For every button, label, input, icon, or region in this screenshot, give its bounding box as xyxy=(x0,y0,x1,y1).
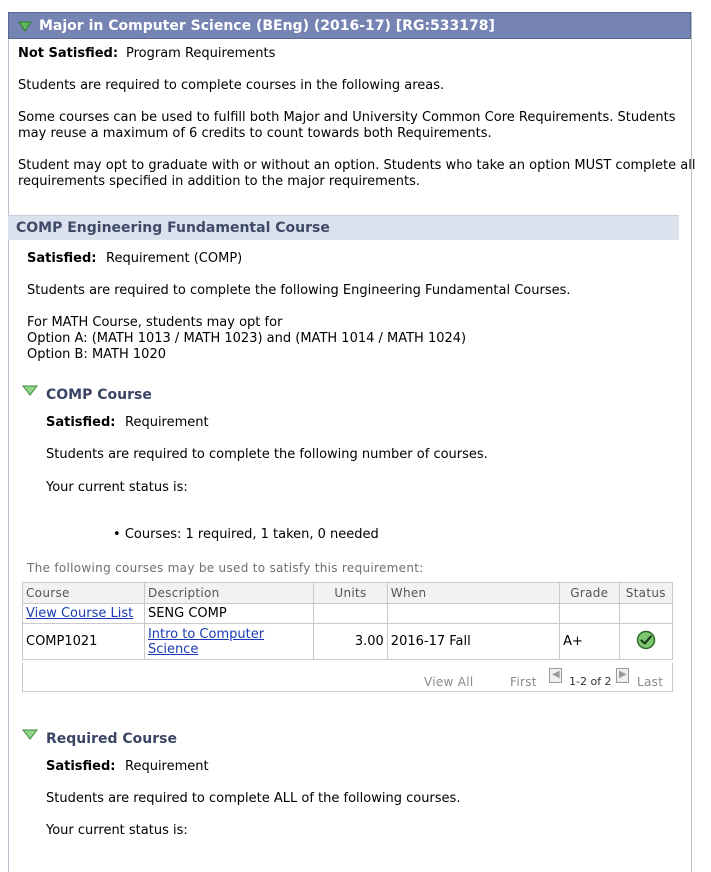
table-cell-status xyxy=(618,623,674,660)
required-course-status-label: Satisfied: xyxy=(46,759,116,774)
table-cell-grade xyxy=(559,603,620,624)
table-cell-grade: A+ xyxy=(559,623,620,660)
comp-course-status-value: Requirement xyxy=(125,415,209,430)
program-title: Major in Computer Science (BEng) (2016-1… xyxy=(39,18,495,34)
view-all-link[interactable]: View All xyxy=(424,675,474,689)
table-cell-when xyxy=(386,603,561,624)
table-cell-status xyxy=(618,603,674,624)
arrow-right-icon: ▶ xyxy=(619,669,627,680)
first-page-link[interactable]: First xyxy=(510,675,537,689)
fundamental-description: Students are required to complete the fo… xyxy=(27,283,571,298)
comp-course-status-label: Satisfied: xyxy=(46,415,116,430)
next-page-button[interactable]: ▶ xyxy=(616,668,629,683)
table-cell-description: SENG COMP xyxy=(143,603,315,624)
program-reuse-note-line2: may reuse a maximum of 6 credits to coun… xyxy=(18,126,492,141)
column-header-units: Units xyxy=(313,582,388,604)
previous-page-button[interactable]: ◀ xyxy=(549,668,562,683)
column-header-when: When xyxy=(386,582,561,604)
comp-course-description: Students are required to complete the fo… xyxy=(46,447,488,462)
program-status-label: Not Satisfied: xyxy=(18,46,119,61)
table-cell-course: View Course List xyxy=(22,603,145,624)
table-cell-course: COMP1021 xyxy=(22,623,145,660)
required-course-status-intro: Your current status is: xyxy=(46,823,188,838)
table-cell-when: 2016-17 Fall xyxy=(386,623,561,660)
table-header-row: Course Description Units When Grade Stat… xyxy=(22,582,674,604)
required-course-status-value: Requirement xyxy=(125,759,209,774)
view-course-list-link[interactable]: View Course List xyxy=(26,606,133,621)
comp-course-status-intro: Your current status is: xyxy=(46,480,188,495)
program-status-value: Program Requirements xyxy=(126,46,276,61)
fundamental-status-value: Requirement (COMP) xyxy=(106,251,243,266)
table-navigation-bar: View All First ◀ 1-2 of 2 ▶ Last xyxy=(22,663,673,692)
page-range: 1-2 of 2 xyxy=(569,675,612,688)
required-course-collapse-icon[interactable] xyxy=(21,729,39,744)
table-caption: The following courses may be used to sat… xyxy=(27,561,424,575)
math-option-intro: For MATH Course, students may opt for xyxy=(27,315,283,330)
program-header[interactable]: Major in Computer Science (BEng) (2016-1… xyxy=(8,12,691,39)
table-cell-units: 3.00 xyxy=(313,623,388,660)
column-header-status: Status xyxy=(618,582,674,604)
table-row: COMP1021 Intro to Computer Science 3.00 2… xyxy=(22,623,674,660)
course-table: Course Description Units When Grade Stat… xyxy=(22,582,674,660)
math-option-b: Option B: MATH 1020 xyxy=(27,347,166,362)
course-description-line1: Intro to Computer xyxy=(147,626,265,642)
program-option-note-line2: requirements specified in addition to th… xyxy=(18,174,421,189)
program-description: Students are required to complete course… xyxy=(18,78,445,93)
comp-course-collapse-icon[interactable] xyxy=(21,385,39,400)
comp-course-bullet-text: Courses: 1 required, 1 taken, 0 needed xyxy=(124,527,379,542)
program-reuse-note-line1: Some courses can be used to fulfill both… xyxy=(18,110,676,125)
fundamental-section-header: COMP Engineering Fundamental Course xyxy=(8,215,679,240)
comp-course-bullet: • Courses: 1 required, 1 taken, 0 needed xyxy=(113,527,379,542)
column-header-description: Description xyxy=(143,582,315,604)
course-description-line2: Science xyxy=(147,641,199,657)
column-header-grade: Grade xyxy=(559,582,620,604)
fundamental-section-title: COMP Engineering Fundamental Course xyxy=(16,220,330,236)
last-page-link[interactable]: Last xyxy=(637,675,663,689)
table-cell-description: Intro to Computer Science xyxy=(143,623,315,660)
check-circle-icon xyxy=(636,630,656,654)
fundamental-status-label: Satisfied: xyxy=(27,251,97,266)
course-description-link[interactable]: Intro to Computer Science xyxy=(148,627,264,657)
collapse-triangle-icon[interactable] xyxy=(18,21,32,36)
required-course-description: Students are required to complete ALL of… xyxy=(46,791,461,806)
table-row: View Course List SENG COMP xyxy=(22,603,674,624)
program-option-note-line1: Student may opt to graduate with or with… xyxy=(18,158,696,173)
comp-course-title[interactable]: COMP Course xyxy=(46,387,152,403)
math-option-a: Option A: (MATH 1013 / MATH 1023) and (M… xyxy=(27,331,467,346)
arrow-left-icon: ◀ xyxy=(552,669,560,680)
column-header-course: Course xyxy=(22,582,145,604)
table-cell-units xyxy=(313,603,388,624)
required-course-title[interactable]: Required Course xyxy=(46,731,177,747)
